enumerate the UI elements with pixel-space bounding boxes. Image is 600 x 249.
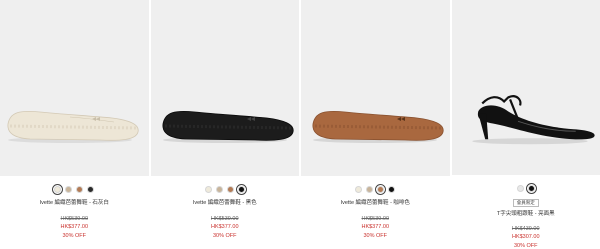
original-price: HK$539.00 bbox=[361, 216, 390, 222]
color-swatches bbox=[52, 183, 95, 195]
original-price: HK$439.00 bbox=[511, 226, 540, 232]
sale-price: HK$307.00 bbox=[511, 234, 540, 240]
ballet-flat-icon bbox=[7, 110, 139, 143]
color-swatches bbox=[355, 183, 396, 195]
product-card[interactable]: Ivette 編織芭蕾舞鞋 - 黑色 HK$539.00 HK$377.00 3… bbox=[150, 0, 299, 249]
original-price: HK$539.00 bbox=[210, 216, 239, 222]
color-swatch[interactable] bbox=[65, 185, 73, 193]
color-swatch[interactable] bbox=[87, 185, 95, 193]
color-swatch[interactable] bbox=[366, 185, 374, 193]
product-name[interactable]: Ivette 編織芭蕾舞鞋 - 黑色 bbox=[193, 200, 257, 207]
product-name[interactable]: Ivette 編織芭蕾舞鞋 - 咖啡色 bbox=[341, 200, 410, 207]
product-card[interactable]: 會員限定 T字尖頭粗跟鞋 - 亮面黑 HK$439.00 HK$307.00 3… bbox=[451, 0, 600, 249]
sale-price: HK$377.00 bbox=[60, 224, 89, 230]
color-swatch[interactable] bbox=[525, 182, 537, 194]
product-image[interactable] bbox=[301, 0, 450, 176]
product-name[interactable]: Ivette 編織芭蕾舞鞋 - 石灰白 bbox=[40, 200, 109, 207]
product-image[interactable] bbox=[0, 0, 149, 176]
color-swatch[interactable] bbox=[215, 185, 223, 193]
product-card[interactable]: Ivette 編織芭蕾舞鞋 - 咖啡色 HK$539.00 HK$377.00 … bbox=[301, 0, 450, 249]
color-swatch[interactable] bbox=[516, 184, 524, 192]
color-swatches bbox=[204, 183, 247, 195]
discount-label: 30% OFF bbox=[212, 233, 237, 239]
color-swatch[interactable] bbox=[235, 183, 247, 195]
color-swatch[interactable] bbox=[226, 185, 234, 193]
color-swatch[interactable] bbox=[52, 183, 64, 195]
product-name[interactable]: T字尖頭粗跟鞋 - 亮面黑 bbox=[497, 211, 555, 218]
color-swatch[interactable] bbox=[204, 185, 212, 193]
product-image[interactable] bbox=[451, 0, 600, 176]
color-swatch[interactable] bbox=[355, 185, 363, 193]
sale-price: HK$377.00 bbox=[210, 224, 239, 230]
product-card[interactable]: Ivette 編織芭蕾舞鞋 - 石灰白 HK$539.00 HK$377.00 … bbox=[0, 0, 149, 249]
color-swatches bbox=[516, 182, 537, 194]
ballet-flat-icon bbox=[312, 110, 444, 143]
discount-label: 30% OFF bbox=[513, 243, 538, 249]
sale-price: HK$377.00 bbox=[361, 224, 390, 230]
color-swatch[interactable] bbox=[375, 183, 387, 195]
discount-label: 30% OFF bbox=[363, 233, 388, 239]
color-swatch[interactable] bbox=[388, 185, 396, 193]
color-swatch[interactable] bbox=[76, 185, 84, 193]
ballet-flat-icon bbox=[162, 110, 294, 143]
pointed-heel-shoe-icon bbox=[471, 95, 595, 145]
member-exclusive-badge: 會員限定 bbox=[512, 199, 539, 207]
product-image[interactable] bbox=[150, 0, 299, 176]
discount-label: 30% OFF bbox=[62, 233, 87, 239]
original-price: HK$539.00 bbox=[60, 216, 89, 222]
product-grid: Ivette 編織芭蕾舞鞋 - 石灰白 HK$539.00 HK$377.00 … bbox=[0, 0, 600, 249]
